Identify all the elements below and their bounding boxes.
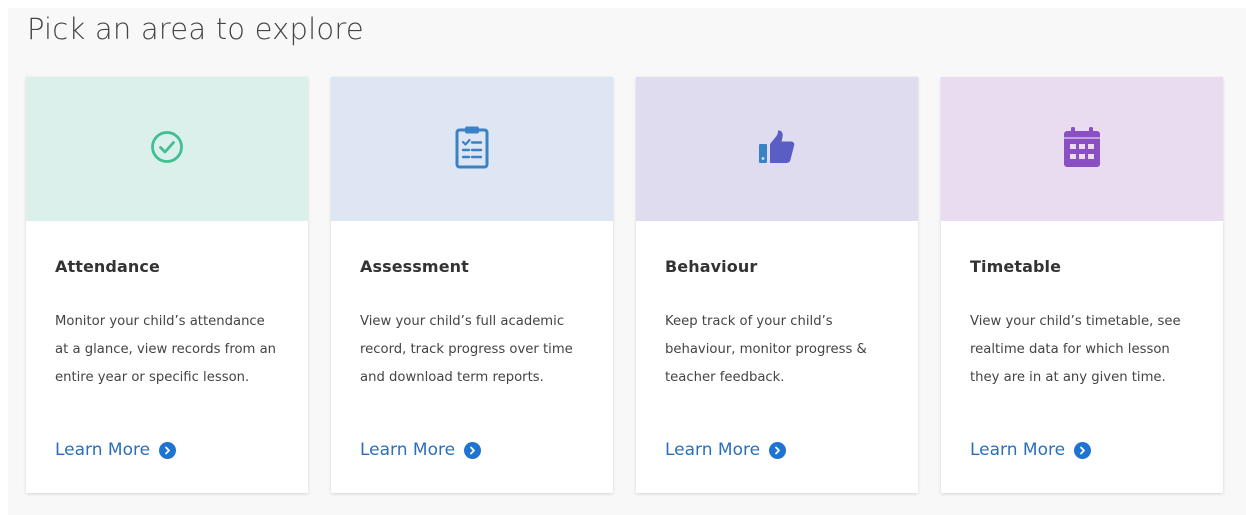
card-timetable: Timetable View your child’s timetable, s… (941, 77, 1223, 493)
card-description: View your child’s timetable, see realtim… (970, 314, 1181, 385)
card-header-timetable (941, 77, 1223, 221)
card-body-timetable: Timetable View your child’s timetable, s… (941, 257, 1223, 392)
card-header-attendance (26, 77, 308, 221)
learn-more-assessment-link[interactable]: Learn More (360, 440, 482, 460)
card-body-behaviour: Behaviour Keep track of your child’s beh… (636, 257, 918, 392)
chevron-right-circle-icon (769, 441, 787, 459)
chevron-right-circle-icon (464, 441, 482, 459)
learn-more-label: Learn More (970, 440, 1066, 460)
clipboard-checklist-icon (454, 125, 490, 174)
card-title: Attendance (55, 257, 160, 276)
card-title: Assessment (360, 257, 469, 276)
learn-more-timetable-link[interactable]: Learn More (970, 440, 1092, 460)
card-title: Behaviour (665, 257, 758, 276)
cards-row: Attendance Monitor your child’s attendan… (26, 77, 1223, 493)
learn-more-label: Learn More (360, 440, 456, 460)
learn-more-label: Learn More (55, 440, 151, 460)
check-circle-icon (150, 130, 184, 169)
card-behaviour: Behaviour Keep track of your child’s beh… (636, 77, 918, 493)
learn-more-attendance-link[interactable]: Learn More (55, 440, 177, 460)
card-description: View your child’s full academic record, … (360, 314, 573, 385)
chevron-right-circle-icon (159, 441, 177, 459)
learn-more-behaviour-link[interactable]: Learn More (665, 440, 787, 460)
card-description: Keep track of your child’s behaviour, mo… (665, 314, 867, 385)
card-body-attendance: Attendance Monitor your child’s attendan… (26, 257, 308, 392)
card-description: Monitor your child’s attendance at a gla… (55, 314, 277, 385)
card-header-assessment (331, 77, 613, 221)
card-title: Timetable (970, 257, 1062, 276)
card-body-assessment: Assessment View your child’s full academ… (331, 257, 613, 392)
thumbs-up-icon (758, 129, 796, 170)
card-assessment: Assessment View your child’s full academ… (331, 77, 613, 493)
page-title: Pick an area to explore (27, 12, 364, 46)
card-attendance: Attendance Monitor your child’s attendan… (26, 77, 308, 493)
card-header-behaviour (636, 77, 918, 221)
chevron-right-circle-icon (1074, 441, 1092, 459)
learn-more-label: Learn More (665, 440, 761, 460)
calendar-icon (1063, 126, 1101, 173)
